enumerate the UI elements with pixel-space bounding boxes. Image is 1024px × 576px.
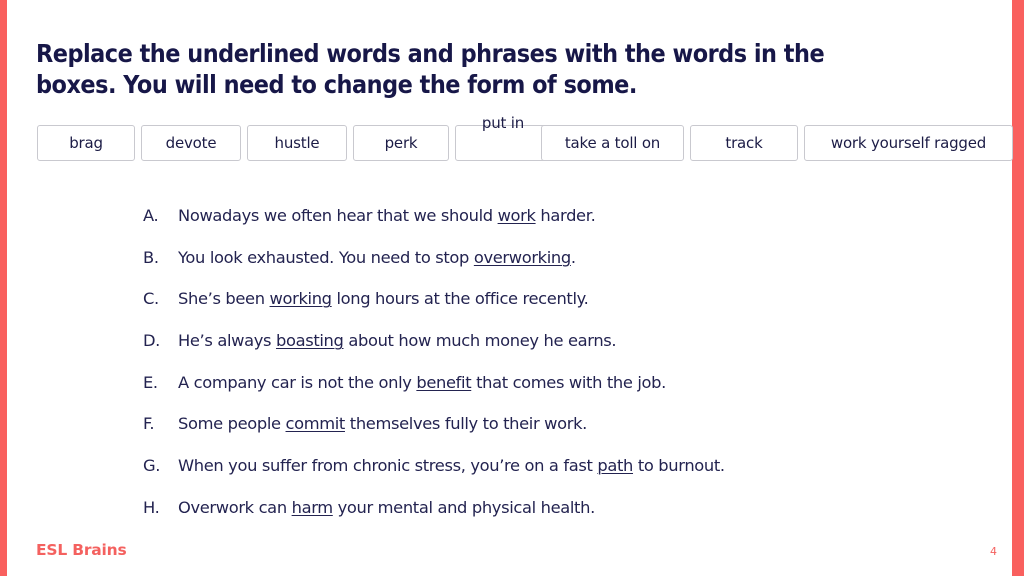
sentence-prefix: He’s always: [178, 331, 276, 351]
page-title: Replace the underlined words and phrases…: [36, 39, 825, 99]
sentence-prefix: Overwork can: [178, 497, 292, 517]
slide-canvas: Replace the underlined words and phrases…: [0, 0, 1024, 576]
underlined-target-word: working: [269, 289, 332, 309]
word-bank-chip[interactable]: brag: [37, 125, 135, 161]
sentence-suffix: your mental and physical health.: [332, 497, 596, 517]
sentence-prefix: A company car is not the only: [178, 372, 417, 392]
page-number: 4: [990, 545, 997, 558]
exercise-item: G. When you suffer from chronic stress, y…: [143, 456, 983, 498]
exercise-item: E. A company car is not the only benefit …: [143, 373, 983, 415]
right-accent-bar: [1012, 0, 1024, 576]
exercise-sentence: When you suffer from chronic stress, you…: [178, 456, 725, 475]
word-bank-chip-label: perk: [384, 134, 418, 152]
sentence-suffix: about how much money he earns.: [343, 331, 617, 351]
underlined-target-word: overworking: [473, 247, 571, 267]
underlined-target-word: benefit: [416, 372, 472, 392]
word-bank-chip[interactable]: work yourself ragged: [804, 125, 1013, 161]
sentence-suffix: that comes with the job.: [471, 372, 666, 392]
exercise-sentence: He’s always boasting about how much mone…: [178, 331, 617, 351]
sentence-suffix: to burnout.: [633, 456, 725, 476]
word-bank-chip[interactable]: perk: [353, 125, 449, 161]
sentence-prefix: When you suffer from chronic stress, you…: [178, 456, 598, 476]
left-accent-bar: [0, 0, 7, 576]
word-bank-chip[interactable]: track: [690, 125, 798, 161]
exercise-item: C. She’s been working long hours at the o…: [143, 289, 983, 331]
word-bank-chip-label: devote: [165, 134, 217, 152]
underlined-target-word: work: [497, 206, 536, 225]
sentence-prefix: Nowadays we often hear that we should: [178, 206, 498, 225]
sentence-prefix: Some people: [178, 414, 286, 434]
underlined-target-word: harm: [291, 497, 334, 517]
exercise-item: A. Nowadays we often hear that we should …: [143, 206, 983, 248]
exercise-sentence: Nowadays we often hear that we should wo…: [178, 206, 596, 225]
underlined-target-word: path: [597, 456, 634, 476]
word-bank-chip-label: take a toll on: [564, 134, 661, 152]
exercise-marker: H.: [143, 497, 160, 517]
exercise-marker: F.: [143, 414, 155, 434]
exercise-marker: D.: [143, 331, 161, 351]
exercise-sentence: Overwork can harm your mental and physic…: [178, 498, 595, 517]
exercise-item: B. You look exhausted. You need to stop o…: [143, 248, 983, 290]
exercise-marker: E.: [143, 372, 158, 392]
exercise-marker: A.: [143, 206, 159, 225]
word-bank-chip-label: hustle: [274, 134, 320, 152]
word-bank: brag devote hustle perk put in take a toll on…: [37, 114, 1013, 163]
exercise-sentence: A company car is not the only benefit th…: [178, 373, 666, 392]
exercise-item: H. Overwork can harm your mental and phys…: [143, 498, 983, 540]
sentence-prefix: She’s been: [178, 289, 270, 309]
exercise-marker: G.: [143, 456, 161, 476]
exercise-marker: C.: [143, 289, 159, 309]
exercise-sentence: She’s been working long hours at the off…: [178, 289, 589, 309]
word-bank-chip[interactable]: hustle: [247, 125, 347, 161]
exercise-sentence: You look exhausted. You need to stop ove…: [178, 248, 576, 267]
word-bank-chip-label: put in: [481, 114, 525, 132]
underlined-target-word: boasting: [275, 331, 344, 351]
word-bank-chip-label: track: [725, 134, 763, 152]
sentence-suffix: harder.: [535, 206, 596, 225]
exercise-sentence: Some people commit themselves fully to t…: [178, 414, 587, 433]
underlined-target-word: commit: [285, 414, 346, 434]
word-bank-chip[interactable]: take a toll on: [541, 125, 684, 161]
exercise-item: D. He’s always boasting about how much mo…: [143, 331, 983, 373]
word-bank-chip-label: brag: [69, 134, 103, 152]
sentence-suffix: long hours at the office recently.: [331, 289, 589, 309]
sentence-prefix: You look exhausted. You need to stop: [178, 247, 474, 267]
word-bank-chip[interactable]: put in: [455, 114, 551, 161]
word-bank-chip-label: work yourself ragged: [830, 134, 987, 152]
exercise-list: A. Nowadays we often hear that we should …: [143, 206, 983, 540]
word-bank-chip[interactable]: devote: [141, 125, 241, 161]
brand-logo: ESL Brains: [36, 541, 127, 559]
sentence-suffix: .: [570, 247, 576, 267]
exercise-item: F. Some people commit themselves fully to…: [143, 414, 983, 456]
sentence-suffix: themselves fully to their work.: [344, 414, 588, 434]
exercise-marker: B.: [143, 247, 159, 267]
